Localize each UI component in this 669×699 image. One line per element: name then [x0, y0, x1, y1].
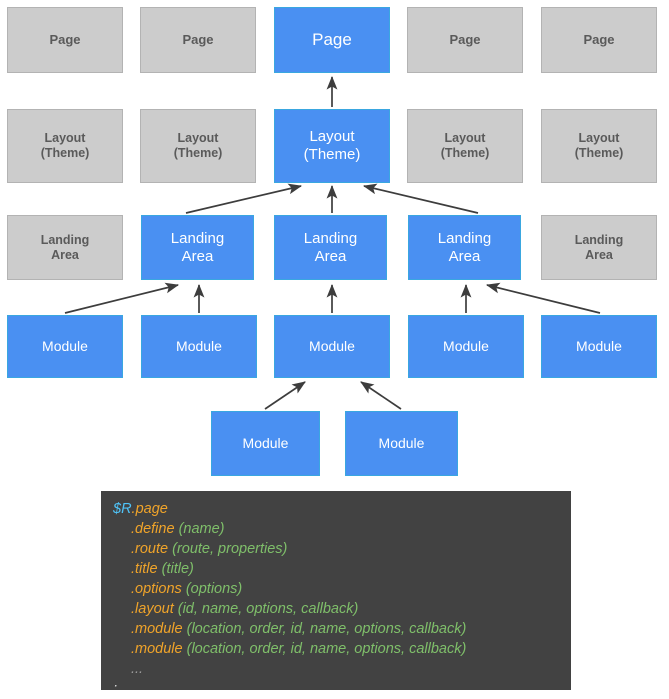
code-snippet-block: $R.page .define (name) .route (route, prop…: [101, 491, 571, 690]
code-token-arg: (title): [161, 561, 194, 577]
code-line: .module (location, order, id, name, opti…: [101, 639, 571, 659]
node-page-5[interactable]: Page: [541, 7, 657, 73]
node-module-6[interactable]: Module: [211, 411, 320, 476]
arrow-module5-to-landing3: [486, 282, 601, 314]
node-landing-area-2-selected[interactable]: Landing Area: [141, 215, 254, 280]
node-module-5[interactable]: Module: [541, 315, 657, 378]
node-landing-area-3-selected[interactable]: Landing Area: [274, 215, 387, 280]
node-landing-area-1[interactable]: Landing Area: [7, 215, 123, 280]
node-layout-3-selected[interactable]: Layout (Theme): [274, 109, 390, 183]
node-module-1[interactable]: Module: [7, 315, 123, 378]
node-layout-4[interactable]: Layout (Theme): [407, 109, 523, 183]
node-module-3[interactable]: Module: [274, 315, 390, 378]
node-page-2[interactable]: Page: [140, 7, 256, 73]
code-token-method: .options: [131, 581, 186, 597]
node-page-4[interactable]: Page: [407, 7, 523, 73]
code-token-semi: ;: [113, 681, 118, 690]
arrow-extramodule1-to-module3: [264, 381, 306, 410]
code-token-method: .module: [131, 641, 187, 657]
node-layout-5[interactable]: Layout (Theme): [541, 109, 657, 183]
arrow-landing1-to-layout: [185, 183, 302, 214]
code-token-method: .define: [131, 521, 179, 537]
code-line: .layout (id, name, options, callback): [101, 599, 571, 619]
code-token-arg: (location, order, id, name, options, cal…: [186, 641, 467, 657]
node-page-1[interactable]: Page: [7, 7, 123, 73]
code-token-var: $R: [113, 501, 132, 517]
arrow-module1-to-landing1: [64, 282, 179, 314]
code-token-dots: ...: [131, 661, 144, 677]
code-token-arg: (name): [178, 521, 225, 537]
code-token-arg: (location, order, id, name, options, cal…: [186, 621, 467, 637]
code-line: .options (options): [101, 579, 571, 599]
code-token-arg: (route, properties): [172, 541, 288, 557]
arrow-extramodule2-to-module3: [360, 381, 402, 410]
code-token-method: .layout: [131, 601, 178, 617]
node-module-4[interactable]: Module: [408, 315, 524, 378]
node-landing-area-5[interactable]: Landing Area: [541, 215, 657, 280]
code-line: $R.page: [101, 499, 571, 519]
node-layout-2[interactable]: Layout (Theme): [140, 109, 256, 183]
node-module-2[interactable]: Module: [141, 315, 257, 378]
code-line: .route (route, properties): [101, 539, 571, 559]
node-layout-1[interactable]: Layout (Theme): [7, 109, 123, 183]
architecture-diagram: Page Page Page Page Page Layout (Theme) …: [0, 0, 669, 699]
arrow-landing3-to-layout: [363, 183, 479, 214]
code-line: .module (location, order, id, name, opti…: [101, 619, 571, 639]
code-line: ...: [101, 659, 571, 679]
node-page-3-selected[interactable]: Page: [274, 7, 390, 73]
code-token-method: .title: [131, 561, 162, 577]
node-module-7[interactable]: Module: [345, 411, 458, 476]
code-token-method: .route: [131, 541, 173, 557]
code-token-arg: (options): [185, 581, 243, 597]
code-token-arg: (id, name, options, callback): [177, 601, 359, 617]
node-landing-area-4-selected[interactable]: Landing Area: [408, 215, 521, 280]
code-line: .define (name): [101, 519, 571, 539]
code-token-method: .page: [131, 501, 168, 517]
code-line: ;: [101, 679, 571, 690]
code-token-method: .module: [131, 621, 187, 637]
code-line: .title (title): [101, 559, 571, 579]
